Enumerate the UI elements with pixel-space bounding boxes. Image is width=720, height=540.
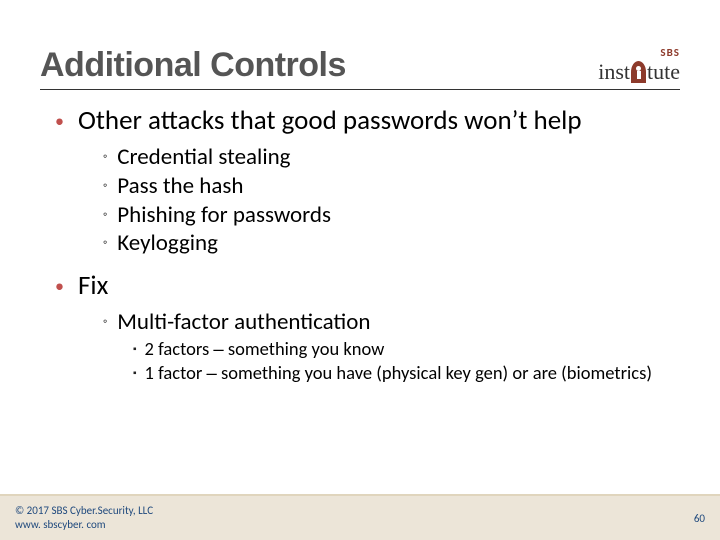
- bullet-text: Other attacks that good passwords won’t …: [78, 105, 582, 136]
- bullet-text: 1 factor – something you have (physical …: [145, 361, 652, 384]
- bullet-ring-icon: ◦: [103, 143, 107, 171]
- bullet-dot-icon: •: [55, 105, 64, 137]
- logo-suffix: tute: [647, 59, 680, 85]
- logo-institute: inst tute: [598, 59, 680, 85]
- slide: Additional Controls SBS inst tute • Othe…: [0, 0, 720, 540]
- bullet-text: 2 factors – something you know: [145, 337, 385, 360]
- footer: © 2017 SBS Cyber.Security, LLC www. sbsc…: [0, 494, 720, 540]
- bullet-square-icon: ▪: [133, 361, 137, 385]
- bullet-text: Pass the hash: [117, 172, 243, 201]
- content: • Other attacks that good passwords won’…: [55, 105, 680, 387]
- list-item: ◦ Multi-factor authentication: [103, 308, 680, 337]
- list-item: ◦ Pass the hash: [103, 172, 680, 201]
- list-item: ◦ Phishing for passwords: [103, 201, 680, 230]
- bullet-text: Phishing for passwords: [117, 201, 331, 230]
- copyright-text: © 2017 SBS Cyber.Security, LLC: [15, 504, 153, 518]
- footer-text: © 2017 SBS Cyber.Security, LLC www. sbsc…: [15, 504, 153, 532]
- bullet-text: Fix: [78, 270, 108, 301]
- bullet-text: Multi-factor authentication: [117, 308, 370, 337]
- list-item: ▪ 2 factors – something you know: [133, 337, 680, 361]
- bullet-ring-icon: ◦: [103, 172, 107, 200]
- list-item: ◦ Keylogging: [103, 229, 680, 258]
- bullet-ring-icon: ◦: [103, 308, 107, 336]
- keyhole-icon: [631, 61, 646, 83]
- logo-sbs-text: SBS: [660, 46, 680, 59]
- list-item: • Other attacks that good passwords won’…: [55, 105, 680, 137]
- bullet-ring-icon: ◦: [103, 229, 107, 257]
- bullet-text: Credential stealing: [117, 143, 290, 172]
- bullet-ring-icon: ◦: [103, 201, 107, 229]
- bullet-square-icon: ▪: [133, 337, 137, 361]
- list-item: ▪ 1 factor – something you have (physica…: [133, 361, 680, 385]
- logo: SBS inst tute: [598, 46, 680, 85]
- logo-prefix: inst: [598, 59, 630, 85]
- page-number: 60: [694, 512, 705, 525]
- bullet-dot-icon: •: [55, 270, 64, 302]
- list-item: ◦ Credential stealing: [103, 143, 680, 172]
- header: Additional Controls SBS inst tute: [40, 30, 680, 90]
- list-item: • Fix: [55, 270, 680, 302]
- page-title: Additional Controls: [40, 46, 346, 85]
- bullet-text: Keylogging: [117, 229, 218, 258]
- footer-url: www. sbscyber. com: [15, 518, 153, 532]
